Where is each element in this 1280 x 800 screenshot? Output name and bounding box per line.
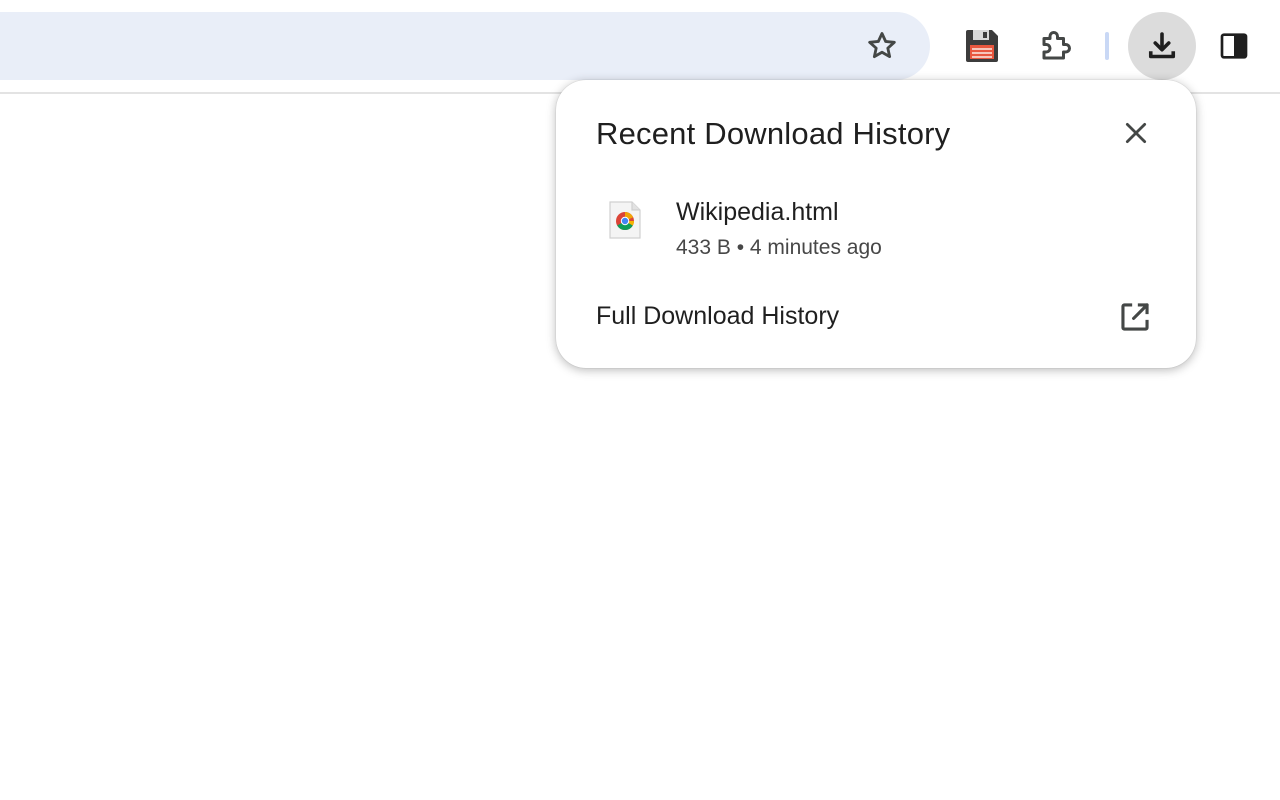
floppy-disk-icon [966, 30, 998, 62]
puzzle-piece-icon [1042, 31, 1071, 60]
address-bar[interactable] [0, 12, 930, 80]
downloads-button[interactable] [1128, 12, 1196, 80]
save-page-button[interactable] [952, 16, 1012, 76]
extensions-button[interactable] [1026, 16, 1086, 76]
download-meta: 433 B • 4 minutes ago [676, 236, 882, 259]
download-item[interactable]: Wikipedia.html 433 B • 4 minutes ago [556, 186, 1196, 276]
chrome-file-icon [609, 201, 641, 239]
download-filename: Wikipedia.html [676, 198, 839, 226]
download-bubble-title: Recent Download History [596, 116, 951, 151]
close-icon [1125, 122, 1147, 144]
side-panel-button[interactable] [1204, 16, 1264, 76]
open-external-icon [1121, 303, 1149, 331]
full-download-history-label: Full Download History [596, 302, 840, 330]
toolbar-separator [1105, 32, 1109, 60]
download-arrow-icon [1148, 32, 1176, 59]
close-button[interactable] [1115, 112, 1157, 154]
star-outline-icon [868, 32, 896, 59]
bookmark-star-button[interactable] [852, 16, 912, 76]
download-bubble: Recent Download History Wikipedia.html 4… [556, 80, 1196, 368]
full-download-history-link[interactable]: Full Download History [556, 292, 1196, 344]
side-panel-icon [1220, 33, 1248, 59]
